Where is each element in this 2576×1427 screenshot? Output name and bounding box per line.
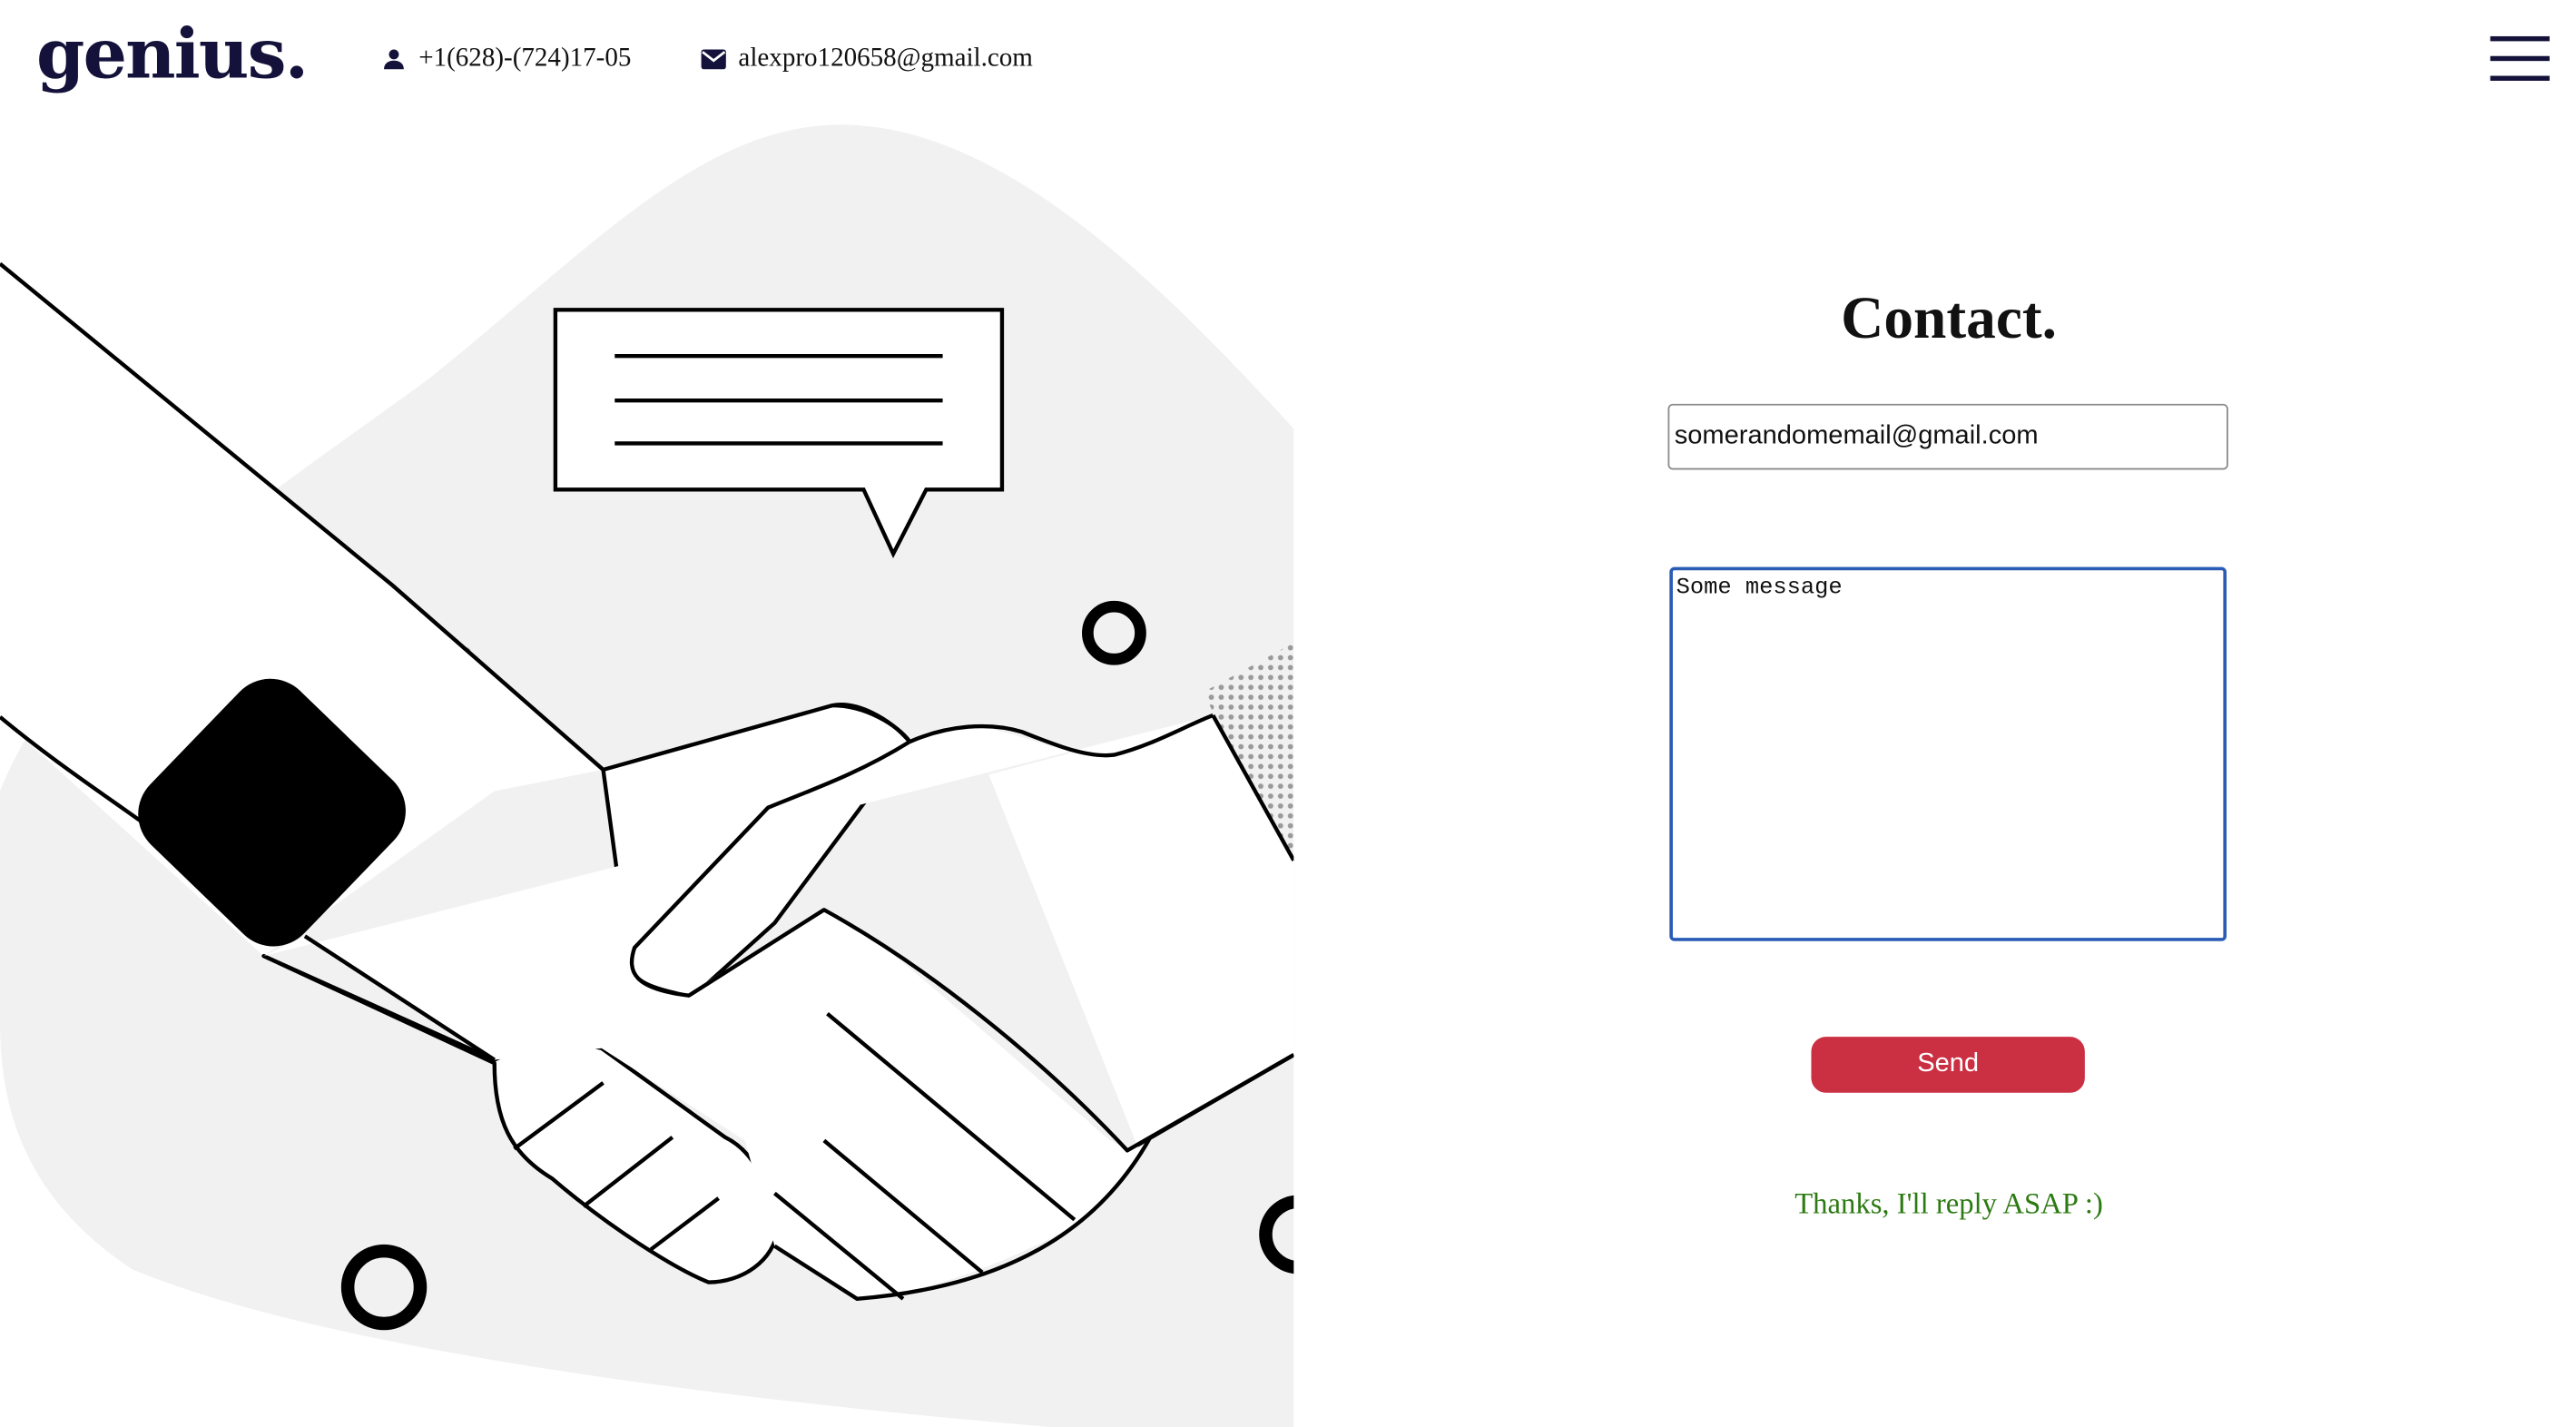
email-address: alexpro120658@gmail.com [738,44,1033,73]
message-field[interactable]: Some message [1669,566,2227,941]
handshake-illustration [0,0,1294,1427]
send-button[interactable]: Send [1811,1037,2085,1093]
contact-form: Contact. Some message Send Thanks, I'll … [1293,0,2576,1427]
phone-number: +1(628)-(724)17-05 [418,44,632,73]
hamburger-menu-icon[interactable] [2485,33,2551,85]
person-icon [379,44,409,74]
page: genius. +1(628)-(724)17-05 alexpro120658… [0,0,2576,1427]
logo[interactable]: genius. [36,14,309,94]
header: genius. +1(628)-(724)17-05 alexpro120658… [0,0,2576,125]
email-field[interactable] [1667,403,2228,470]
phone-contact[interactable]: +1(628)-(724)17-05 [379,43,632,75]
confirmation-message: Thanks, I'll reply ASAP :) [1794,1186,2103,1220]
form-title: Contact. [1841,285,2057,351]
envelope-icon [699,44,729,74]
handshake-graphic [0,124,1294,1427]
email-contact[interactable]: alexpro120658@gmail.com [699,43,1033,75]
